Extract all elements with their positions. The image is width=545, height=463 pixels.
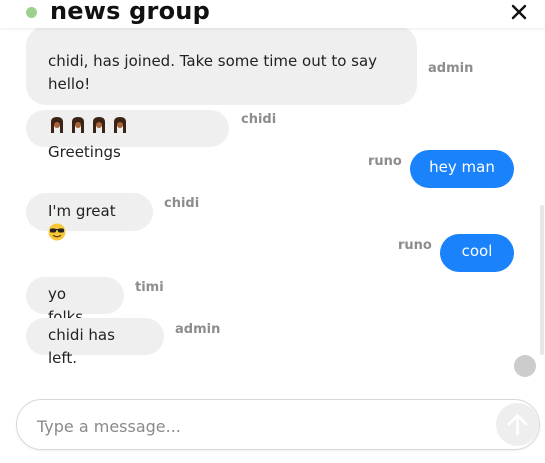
message-sender: timi — [135, 280, 164, 295]
message-text: cool — [461, 242, 493, 260]
chat-window: news group chidi, has joined. Take some … — [0, 0, 545, 463]
sunglasses-emoji-icon — [48, 223, 66, 248]
message-bubble: chidi has left. — [26, 318, 164, 367]
online-status-dot — [26, 7, 37, 18]
message-text: Greetings — [48, 143, 121, 161]
arrow-up-icon — [507, 414, 528, 436]
message-bubble: hey man — [410, 150, 514, 188]
message-text: chidi, has joined. Take some time out to… — [48, 52, 378, 93]
raised-hands-emoji-icon — [48, 116, 130, 141]
message-list: chidi, has joined. Take some time out to… — [0, 28, 545, 380]
message-sender: runo — [398, 238, 432, 253]
message-sender: chidi — [164, 196, 200, 211]
message-bubble: chidi, has joined. Take some time out to… — [26, 28, 417, 105]
message-bubble: yo folks — [26, 277, 124, 326]
message-bubble: cool — [440, 234, 514, 272]
message-input[interactable] — [35, 412, 479, 440]
message-bubble: I'm great — [26, 193, 153, 241]
send-button[interactable] — [496, 403, 539, 446]
message-text: I'm great — [48, 202, 116, 220]
close-icon[interactable] — [506, 0, 532, 26]
message-sender: admin — [175, 322, 221, 337]
message-sender: admin — [428, 61, 474, 76]
message-text: chidi has left. — [48, 326, 115, 367]
scroll-to-bottom-button[interactable] — [514, 355, 536, 377]
message-scrollbar[interactable] — [540, 205, 544, 355]
message-text: hey man — [429, 158, 495, 176]
message-bubble: Greetings — [26, 110, 229, 161]
message-sender: chidi — [241, 112, 277, 127]
chat-title: news group — [50, 0, 210, 25]
message-composer — [16, 399, 540, 450]
chat-header: news group — [0, 0, 545, 28]
message-sender: runo — [368, 154, 402, 169]
